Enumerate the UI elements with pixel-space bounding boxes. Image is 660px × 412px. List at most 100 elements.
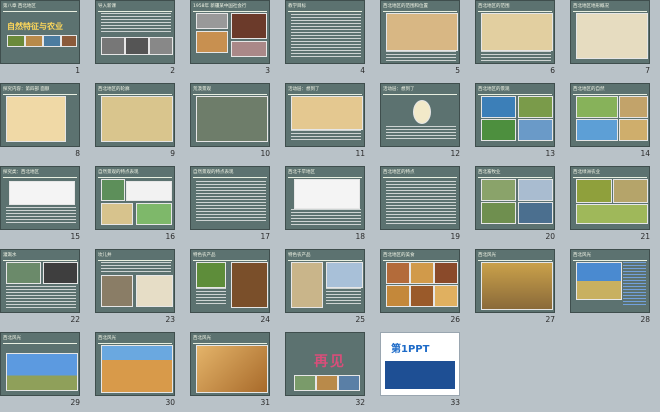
slide-title: 探究内容：第四部 面额 bbox=[3, 86, 77, 95]
slide-title: 西北风光 bbox=[478, 252, 552, 261]
map bbox=[386, 13, 458, 51]
map bbox=[291, 96, 363, 130]
photo bbox=[136, 203, 172, 225]
slide-28[interactable]: 西北风光 bbox=[570, 249, 650, 313]
slide-30[interactable]: 西北风光 bbox=[95, 332, 175, 396]
slide-title: 西北地区的景观 bbox=[478, 86, 552, 95]
photo bbox=[518, 96, 553, 118]
photo bbox=[196, 31, 228, 53]
slide-10[interactable]: 荒漠景观 bbox=[190, 83, 270, 147]
slide-thumb-1[interactable]: 第八章 西北地区 自然特征与农业 1 bbox=[0, 0, 94, 80]
slide-23[interactable]: 坎儿井 bbox=[95, 249, 175, 313]
slide-2[interactable]: 导入新课 bbox=[95, 0, 175, 64]
slide-thumb-5[interactable]: 西北地区的范围和位置 5 bbox=[380, 0, 474, 80]
slide-number: 26 bbox=[450, 315, 460, 324]
photo bbox=[101, 37, 125, 55]
text-block bbox=[326, 288, 361, 306]
slide-12[interactable]: 活动层：想到了 bbox=[380, 83, 460, 147]
photo bbox=[481, 179, 516, 201]
slide-21[interactable]: 西北绿洲农业 bbox=[570, 166, 650, 230]
slide-title: 西北地区地形概况 bbox=[573, 3, 647, 12]
slide-thumb-28[interactable]: 西北风光 28 bbox=[570, 249, 660, 329]
slide-11[interactable]: 活动层：想到了 bbox=[285, 83, 365, 147]
slide-16[interactable]: 自然景观的特点表现 bbox=[95, 166, 175, 230]
slide-thumb-8[interactable]: 探究内容：第四部 面额 8 bbox=[0, 83, 94, 163]
slide-22[interactable]: 灌溉水 bbox=[0, 249, 80, 313]
slide-20[interactable]: 西北畜牧业 bbox=[475, 166, 555, 230]
slide-27[interactable]: 西北风光 bbox=[475, 249, 555, 313]
slide-17[interactable]: 自然景观的特点表现 bbox=[190, 166, 270, 230]
slide-18[interactable]: 西北干旱地区 bbox=[285, 166, 365, 230]
slide-thumb-21[interactable]: 西北绿洲农业 21 bbox=[570, 166, 660, 246]
slide-thumb-23[interactable]: 坎儿井 23 bbox=[95, 249, 189, 329]
slide-thumb-24[interactable]: 特色农产品 24 bbox=[190, 249, 284, 329]
text-block bbox=[6, 207, 76, 225]
slide-33[interactable]: 第1PPT bbox=[380, 332, 460, 396]
slide-thumb-27[interactable]: 西北风光 27 bbox=[475, 249, 569, 329]
slide-7[interactable]: 西北地区地形概况 bbox=[570, 0, 650, 64]
slide-title: 西北地区的范围 bbox=[478, 3, 552, 12]
photo bbox=[231, 13, 267, 39]
photo bbox=[613, 179, 648, 203]
slide-thumb-13[interactable]: 西北地区的景观 13 bbox=[475, 83, 569, 163]
slide-title: 西北地区的范围和位置 bbox=[383, 3, 457, 12]
text-block bbox=[196, 181, 266, 223]
slide-thumb-30[interactable]: 西北风光 30 bbox=[95, 332, 189, 412]
slide-thumb-15[interactable]: 探究类：西北地区 15 bbox=[0, 166, 94, 246]
photo bbox=[196, 345, 268, 393]
slide-6[interactable]: 西北地区的范围 bbox=[475, 0, 555, 64]
slide-thumb-14[interactable]: 西北地区的自然 14 bbox=[570, 83, 660, 163]
slide-thumb-17[interactable]: 自然景观的特点表现 17 bbox=[190, 166, 284, 246]
slide-main-title: 自然特征与农业 bbox=[7, 22, 63, 31]
slide-number: 5 bbox=[455, 66, 460, 75]
slide-thumb-18[interactable]: 西北干旱地区 18 bbox=[285, 166, 379, 246]
slide-3[interactable]: 1958年 新疆某中国社会行 bbox=[190, 0, 270, 64]
diagram bbox=[413, 100, 431, 124]
photo bbox=[196, 262, 226, 288]
slide-24[interactable]: 特色农产品 bbox=[190, 249, 270, 313]
slide-title: 探究类：西北地区 bbox=[3, 169, 77, 178]
photo bbox=[316, 375, 338, 391]
slide-thumb-9[interactable]: 西北地区的轮廓 9 bbox=[95, 83, 189, 163]
photo bbox=[196, 96, 268, 142]
slide-thumb-10[interactable]: 荒漠景观 10 bbox=[190, 83, 284, 163]
slide-thumb-25[interactable]: 特色农产品 25 bbox=[285, 249, 379, 329]
slide-thumb-12[interactable]: 活动层：想到了 12 bbox=[380, 83, 474, 163]
slide-5[interactable]: 西北地区的范围和位置 bbox=[380, 0, 460, 64]
slide-8[interactable]: 探究内容：第四部 面额 bbox=[0, 83, 80, 147]
slide-9[interactable]: 西北地区的轮廓 bbox=[95, 83, 175, 147]
slide-thumb-32[interactable]: 再见 32 bbox=[285, 332, 379, 412]
slide-thumb-26[interactable]: 西北地区的美食 26 bbox=[380, 249, 474, 329]
slide-thumb-6[interactable]: 西北地区的范围 6 bbox=[475, 0, 569, 80]
chart bbox=[126, 181, 172, 201]
slide-thumb-7[interactable]: 西北地区地形概况 7 bbox=[570, 0, 660, 80]
slide-thumb-4[interactable]: 教学目标 4 bbox=[285, 0, 379, 80]
slide-number: 23 bbox=[165, 315, 175, 324]
slide-thumb-33[interactable]: 第1PPT 33 bbox=[380, 332, 474, 412]
slide-title: 灌溉水 bbox=[3, 252, 77, 261]
slide-thumb-16[interactable]: 自然景观的特点表现 16 bbox=[95, 166, 189, 246]
slide-4[interactable]: 教学目标 bbox=[285, 0, 365, 64]
slide-thumb-22[interactable]: 灌溉水 22 bbox=[0, 249, 94, 329]
slide-14[interactable]: 西北地区的自然 bbox=[570, 83, 650, 147]
slide-title: 活动层：想到了 bbox=[288, 86, 362, 95]
photo bbox=[576, 204, 648, 224]
slide-thumb-31[interactable]: 西北风光 31 bbox=[190, 332, 284, 412]
slide-15[interactable]: 探究类：西北地区 bbox=[0, 166, 80, 230]
slide-thumb-2[interactable]: 导入新课 2 bbox=[95, 0, 189, 80]
slide-25[interactable]: 特色农产品 bbox=[285, 249, 365, 313]
slide-thumb-20[interactable]: 西北畜牧业 20 bbox=[475, 166, 569, 246]
slide-thumb-29[interactable]: 西北风光 29 bbox=[0, 332, 94, 412]
slide-32[interactable]: 再见 bbox=[285, 332, 365, 396]
slide-1[interactable]: 第八章 西北地区 自然特征与农业 bbox=[0, 0, 80, 64]
slide-thumb-11[interactable]: 活动层：想到了 11 bbox=[285, 83, 379, 163]
slide-26[interactable]: 西北地区的美食 bbox=[380, 249, 460, 313]
slide-31[interactable]: 西北风光 bbox=[190, 332, 270, 396]
slide-thumb-19[interactable]: 西北地区的特点 19 bbox=[380, 166, 474, 246]
slide-number: 13 bbox=[545, 149, 555, 158]
slide-thumb-3[interactable]: 1958年 新疆某中国社会行 3 bbox=[190, 0, 284, 80]
slide-title: 西北地区的特点 bbox=[383, 169, 457, 178]
slide-19[interactable]: 西北地区的特点 bbox=[380, 166, 460, 230]
slide-29[interactable]: 西北风光 bbox=[0, 332, 80, 396]
slide-13[interactable]: 西北地区的景观 bbox=[475, 83, 555, 147]
